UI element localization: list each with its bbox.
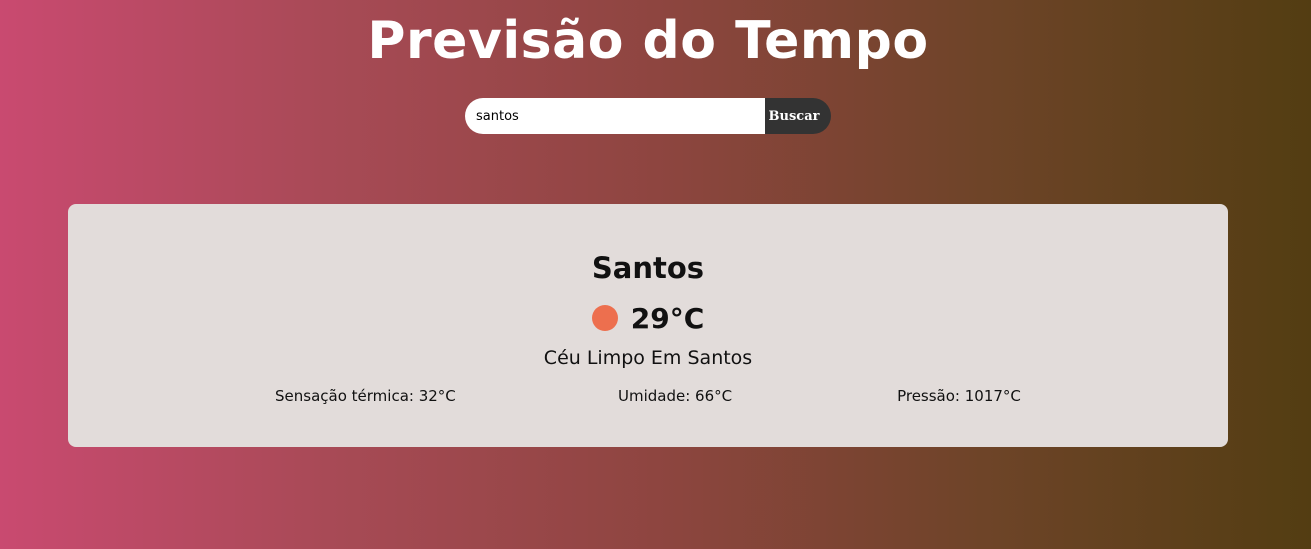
search-button[interactable]: Buscar — [765, 98, 831, 134]
feels-like: Sensação térmica: 32°C — [275, 387, 456, 405]
weather-card: Santos 29°C Céu Limpo Em Santos Sensação… — [68, 204, 1228, 447]
search-bar: Buscar — [465, 98, 831, 134]
weather-details: Sensação térmica: 32°C Umidade: 66°C Pre… — [68, 385, 1228, 407]
humidity: Umidade: 66°C — [618, 387, 733, 405]
page-title: Previsão do Tempo — [367, 11, 929, 71]
pressure: Pressão: 1017°C — [897, 387, 1021, 405]
weather-description: Céu Limpo Em Santos — [543, 347, 753, 369]
search-input[interactable] — [465, 98, 765, 134]
city-name: Santos — [591, 251, 705, 285]
temperature: 29°C — [630, 301, 705, 335]
sun-icon — [591, 305, 618, 331]
temperature-row: 29°C — [68, 298, 1228, 338]
